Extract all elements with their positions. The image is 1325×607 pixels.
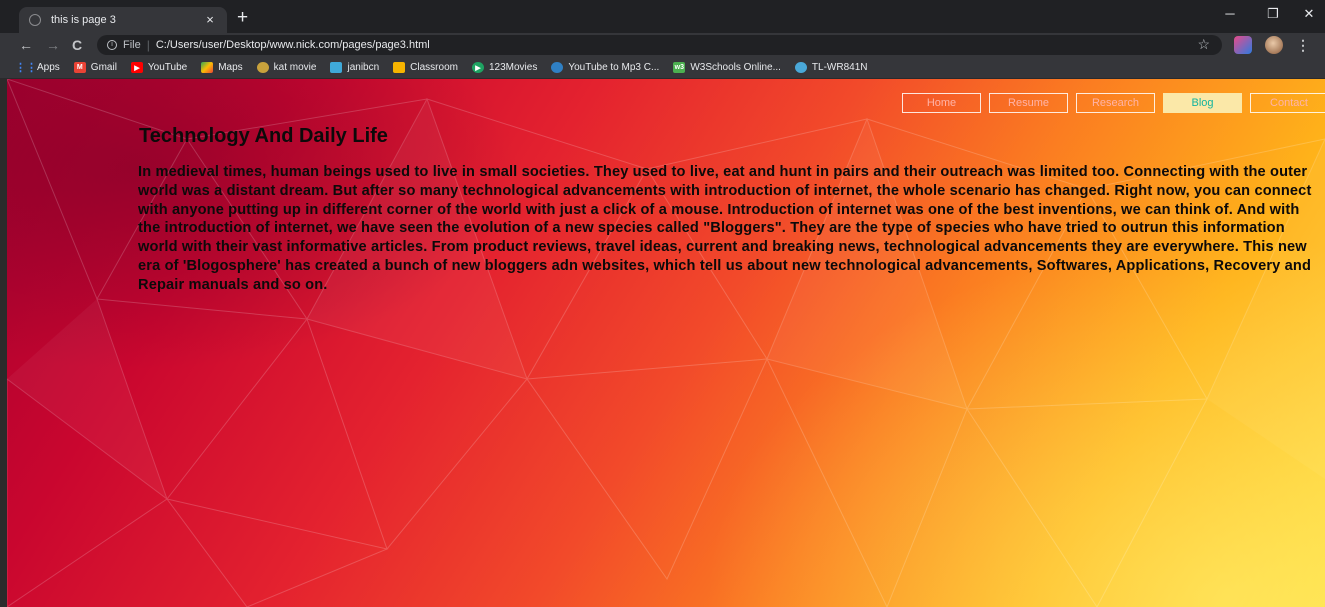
bookmark-youtube-mp3[interactable]: YouTube to Mp3 C... bbox=[551, 62, 659, 73]
site-nav: Home Resume Research Blog Contact bbox=[902, 93, 1325, 113]
reload-button[interactable]: C bbox=[68, 36, 86, 54]
nav-contact-link[interactable]: Contact bbox=[1250, 93, 1325, 113]
nav-home-link[interactable]: Home bbox=[902, 93, 981, 113]
bookmark-label: Gmail bbox=[90, 62, 117, 73]
bookmark-label: YouTube bbox=[147, 62, 188, 73]
bookmark-apps[interactable]: ⋮⋮ Apps bbox=[15, 62, 60, 74]
globe-icon bbox=[29, 14, 41, 26]
tplink-icon bbox=[794, 62, 807, 73]
protocol-separator: | bbox=[146, 38, 150, 52]
bookmark-w3schools[interactable]: w3 W3Schools Online... bbox=[673, 62, 781, 73]
bookmark-label: 123Movies bbox=[488, 62, 538, 73]
browser-menu-icon[interactable]: ⋮ bbox=[1296, 36, 1310, 54]
url-text[interactable]: C:/Users/user/Desktop/www.nick.com/pages… bbox=[156, 39, 430, 51]
123movies-icon: ▶ bbox=[471, 62, 484, 73]
back-button[interactable]: ← bbox=[17, 36, 35, 54]
forward-button[interactable]: → bbox=[44, 36, 62, 54]
close-tab-icon[interactable]: × bbox=[203, 13, 217, 27]
tab-title: this is page 3 bbox=[51, 14, 116, 26]
bookmarks-bar: ⋮⋮ Apps M Gmail ▶ YouTube Maps kat movie… bbox=[0, 57, 1325, 79]
youtube-mp3-icon bbox=[551, 62, 564, 73]
w3schools-icon: w3 bbox=[673, 62, 686, 73]
new-tab-button[interactable]: + bbox=[237, 8, 248, 28]
kat-movie-icon bbox=[256, 62, 269, 73]
extension-icon[interactable] bbox=[1234, 36, 1252, 54]
browser-toolbar: ← → C i File | C:/Users/user/Desktop/www… bbox=[0, 33, 1325, 57]
bookmark-label: janibcn bbox=[347, 62, 380, 73]
gmail-icon: M bbox=[73, 62, 86, 73]
bookmark-star-icon[interactable]: ☆ bbox=[1197, 36, 1210, 53]
bookmark-tl-wr841n[interactable]: TL-WR841N bbox=[794, 62, 868, 73]
bookmark-gmail[interactable]: M Gmail bbox=[73, 62, 117, 73]
article-title: Technology And Daily Life bbox=[139, 125, 388, 147]
low-poly-background bbox=[7, 79, 1325, 607]
bookmark-label: Maps bbox=[218, 62, 243, 73]
profile-avatar-icon[interactable] bbox=[1265, 36, 1283, 54]
bookmark-classroom[interactable]: Classroom bbox=[393, 62, 458, 73]
bookmark-label: TL-WR841N bbox=[811, 62, 868, 73]
classroom-icon bbox=[393, 62, 406, 73]
nav-research-link[interactable]: Research bbox=[1076, 93, 1155, 113]
tab-page3[interactable]: this is page 3 × bbox=[19, 7, 227, 33]
bookmark-kat-movie[interactable]: kat movie bbox=[256, 62, 317, 73]
nav-blog-link[interactable]: Blog bbox=[1163, 93, 1242, 113]
janibcn-icon bbox=[330, 62, 343, 73]
bookmark-maps[interactable]: Maps bbox=[201, 62, 243, 73]
bookmark-label: Apps bbox=[37, 62, 60, 73]
tab-strip: this is page 3 × + ─ ❐ ✕ bbox=[0, 0, 1325, 33]
bookmark-label: YouTube to Mp3 C... bbox=[568, 62, 660, 73]
maps-icon bbox=[201, 62, 214, 73]
apps-grid-icon: ⋮⋮ bbox=[15, 62, 37, 74]
bookmark-123movies[interactable]: ▶ 123Movies bbox=[471, 62, 538, 73]
minimize-button[interactable]: ─ bbox=[1218, 6, 1242, 21]
bookmark-label: kat movie bbox=[273, 62, 317, 73]
article-body: In medieval times, human beings used to … bbox=[138, 164, 1312, 293]
bookmark-label: Classroom bbox=[410, 62, 458, 73]
bookmark-janibcn[interactable]: janibcn bbox=[330, 62, 379, 73]
web-page: Home Resume Research Blog Contact Techno… bbox=[7, 79, 1325, 607]
restore-button[interactable]: ❐ bbox=[1261, 6, 1285, 22]
address-bar[interactable]: i File | C:/Users/user/Desktop/www.nick.… bbox=[97, 35, 1222, 55]
youtube-icon: ▶ bbox=[130, 62, 143, 73]
bookmark-youtube[interactable]: ▶ YouTube bbox=[130, 62, 188, 73]
close-window-button[interactable]: ✕ bbox=[1297, 6, 1321, 22]
protocol-label: File bbox=[123, 39, 141, 51]
bookmark-label: W3Schools Online... bbox=[690, 62, 781, 73]
nav-resume-link[interactable]: Resume bbox=[989, 93, 1068, 113]
info-icon[interactable]: i bbox=[107, 40, 117, 50]
browser-window: this is page 3 × + ─ ❐ ✕ ← → C i File | … bbox=[0, 0, 1325, 607]
